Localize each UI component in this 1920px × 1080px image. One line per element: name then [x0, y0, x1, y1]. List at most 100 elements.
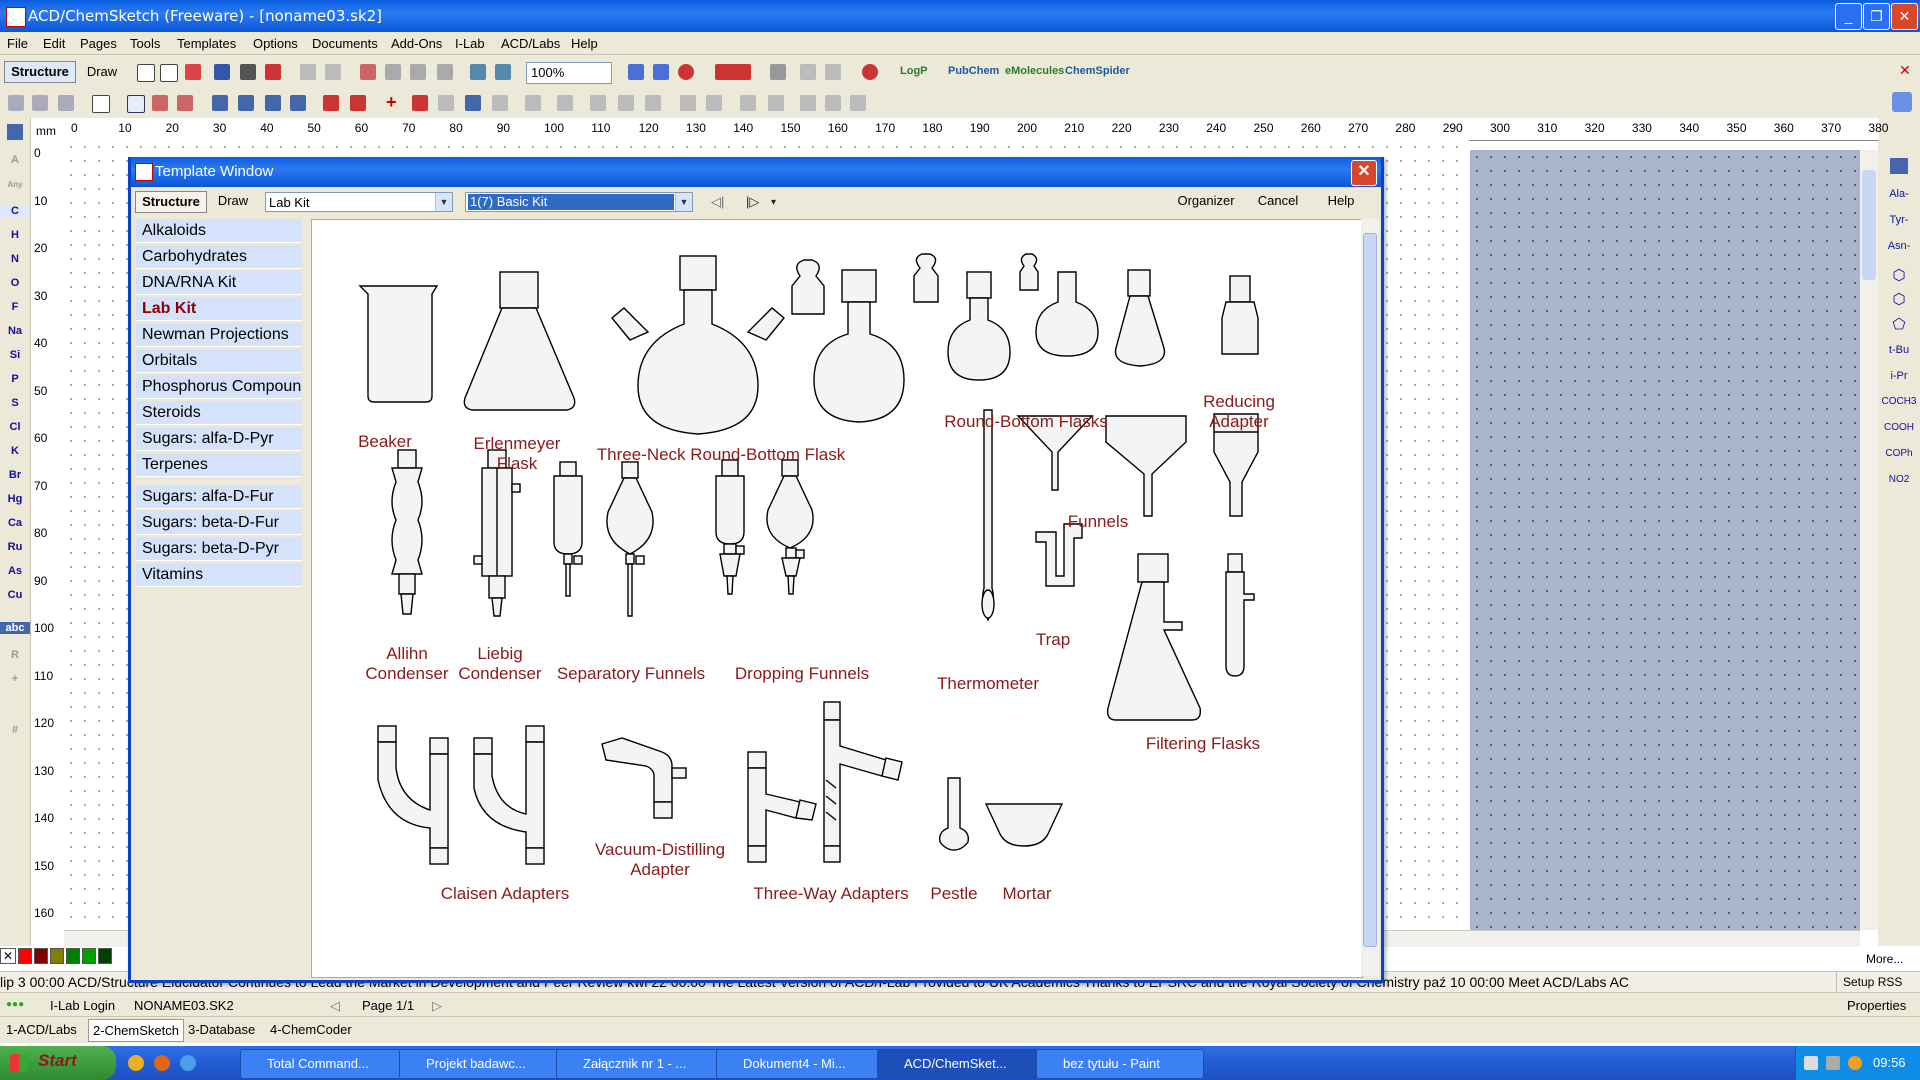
menu-options[interactable]: Options — [253, 36, 298, 51]
category-select[interactable]: Lab Kit ▼ — [265, 192, 453, 212]
hexagon-icon[interactable]: ⬡ — [1878, 266, 1920, 284]
category-item[interactable]: DNA/RNA Kit — [136, 271, 302, 295]
radical-ala[interactable]: Ala- — [1878, 188, 1920, 200]
category-item[interactable]: Terpenes — [136, 453, 302, 477]
rotate-icon[interactable] — [32, 95, 48, 111]
task-paint[interactable]: bez tytułu - Paint — [1036, 1049, 1204, 1079]
hexagon2-icon[interactable]: ⬡ — [1878, 290, 1920, 308]
zoom-out-icon[interactable] — [495, 64, 511, 80]
undo-icon[interactable] — [300, 64, 316, 80]
menu-help[interactable]: Help — [571, 36, 598, 51]
task-total-commander[interactable]: Total Command... — [240, 1049, 408, 1079]
draw-bond-icon[interactable] — [127, 95, 145, 113]
vertical-scroll-thumb[interactable] — [1862, 170, 1876, 280]
bond-wavy-icon[interactable] — [290, 95, 306, 111]
category-item[interactable]: Sugars: beta-D-Fur — [136, 511, 302, 535]
periodic-table-icon[interactable] — [7, 124, 23, 140]
paste-icon[interactable] — [437, 64, 453, 80]
radical-asn[interactable]: Asn- — [1878, 240, 1920, 252]
category-item-selected[interactable]: Lab Kit — [136, 297, 302, 321]
lasso-icon[interactable] — [58, 95, 74, 111]
canvas-vertical-scrollbar[interactable] — [1860, 150, 1878, 930]
redo-icon[interactable] — [325, 64, 341, 80]
menu-edit[interactable]: Edit — [43, 36, 65, 51]
atom-a[interactable]: A — [0, 154, 30, 166]
atom-h[interactable]: H — [0, 229, 30, 241]
text-tool[interactable]: abc — [0, 622, 30, 634]
properties-button[interactable]: Properties — [1847, 998, 1906, 1013]
pear-flask-template[interactable] — [1114, 269, 1166, 367]
menu-tools[interactable]: Tools — [130, 36, 160, 51]
page-prev-icon[interactable]: ◁ — [330, 998, 340, 1014]
peptide-icon[interactable] — [1890, 158, 1908, 174]
ungroup-icon[interactable] — [740, 95, 756, 111]
atom-c[interactable]: C — [0, 205, 30, 217]
open-icon[interactable] — [185, 64, 201, 80]
three-way-adapter-1-template[interactable] — [747, 751, 817, 863]
no-color-swatch[interactable]: ✕ — [0, 948, 16, 964]
mortar-template[interactable] — [984, 803, 1064, 847]
erlenmeyer-template[interactable] — [463, 271, 576, 411]
bond-hash-icon[interactable] — [238, 95, 254, 111]
close-document-icon[interactable]: ✕ — [1899, 63, 1911, 77]
align-icon[interactable] — [680, 95, 696, 111]
category-item[interactable]: Sugars: alfa-D-Fur — [136, 485, 302, 509]
menu-ilab[interactable]: I-Lab — [455, 36, 485, 51]
radical-ipr[interactable]: i-Pr — [1878, 370, 1920, 382]
printer-icon[interactable] — [1826, 1056, 1840, 1070]
chemspider-link[interactable]: ChemSpider — [1065, 65, 1130, 77]
atom-si[interactable]: Si — [0, 349, 30, 361]
template-window-close-button[interactable]: ✕ — [1351, 160, 1377, 186]
template-structure-tab[interactable]: Structure — [135, 191, 207, 213]
category-item[interactable]: Phosphorus Compound — [136, 375, 302, 399]
clear-icon[interactable] — [360, 64, 376, 80]
atom-n[interactable]: N — [0, 253, 30, 265]
numbering-tool[interactable]: # — [0, 724, 30, 736]
radical-coph[interactable]: COPh — [1878, 448, 1920, 459]
zoom-in-icon[interactable] — [470, 64, 486, 80]
atom-cl[interactable]: Cl — [0, 421, 30, 433]
rotate-free-icon[interactable] — [768, 95, 784, 111]
atom-ru[interactable]: Ru — [0, 541, 30, 553]
mode-structure-button[interactable]: Structure — [4, 61, 76, 83]
spectrum-icon[interactable] — [715, 64, 751, 80]
atom-p[interactable]: P — [0, 373, 30, 385]
tab-chemsketch[interactable]: 2-ChemSketch — [88, 1019, 184, 1042]
liebig-condenser-template[interactable] — [473, 449, 521, 617]
atom-na[interactable]: Na — [0, 325, 30, 337]
filtering-flask-template[interactable] — [1106, 553, 1202, 721]
start-button[interactable]: Start — [0, 1046, 116, 1080]
atom-map-icon[interactable] — [492, 95, 508, 111]
reaction-icon[interactable] — [438, 95, 454, 111]
panel-toggle-icon[interactable] — [1892, 92, 1912, 112]
inchi-icon[interactable] — [825, 64, 841, 80]
cut-icon[interactable] — [385, 64, 401, 80]
check-icon[interactable] — [825, 95, 841, 111]
task-dokument4[interactable]: Dokument4 - Mi... — [716, 1049, 884, 1079]
page-next-icon[interactable]: ▷ — [432, 998, 442, 1014]
atom-ca[interactable]: Ca — [0, 517, 30, 529]
network-icon[interactable] — [1804, 1056, 1818, 1070]
molecule-icon[interactable] — [678, 64, 694, 80]
category-item[interactable]: Sugars: alfa-D-Pyr — [136, 427, 302, 451]
thermometer-template[interactable] — [981, 409, 995, 622]
next-page-icon[interactable]: |▷ — [746, 194, 759, 210]
draw-chain-icon[interactable] — [152, 95, 168, 111]
ring2-icon[interactable] — [350, 95, 366, 111]
radical-cooh[interactable]: COOH — [1878, 422, 1920, 433]
menu-templates[interactable]: Templates — [177, 36, 236, 51]
menu-acdlabs[interactable]: ACD/Labs — [501, 36, 560, 51]
template-panel[interactable]: Beaker Erlenmeyer Flask Three-Neck Round… — [311, 219, 1363, 978]
minimize-button[interactable]: _ — [1835, 3, 1862, 30]
radical-no2[interactable]: NO2 — [1878, 474, 1920, 485]
round-bottom-flask-large-template[interactable] — [791, 259, 905, 423]
task-chemsketch[interactable]: ACD/ChemSket... — [877, 1049, 1045, 1079]
rectangle-select-icon[interactable] — [92, 95, 110, 113]
dropping-funnel-cylinder-template[interactable] — [715, 459, 745, 595]
cancel-button[interactable]: Cancel — [1251, 191, 1305, 211]
copy-icon[interactable] — [410, 64, 426, 80]
category-item[interactable]: Newman Projections — [136, 323, 302, 347]
template-scroll-thumb[interactable] — [1363, 233, 1377, 947]
chrome-icon[interactable] — [128, 1055, 144, 1071]
category-item[interactable]: Carbohydrates — [136, 245, 302, 269]
